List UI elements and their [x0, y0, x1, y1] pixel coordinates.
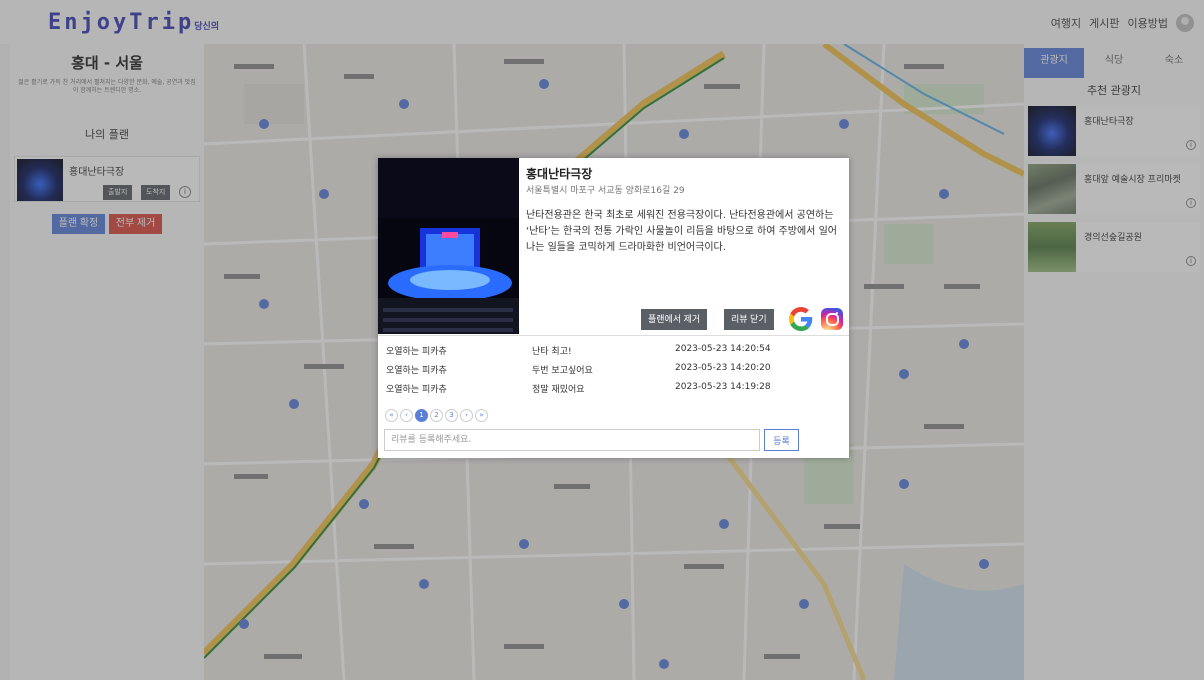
place-title: 홍대난타극장 — [526, 167, 593, 181]
submit-review-button[interactable]: 등록 — [764, 429, 799, 451]
review-row: 오열하는 피카츄 정말 재밌어요 2023-05-23 14:19:28 — [386, 379, 841, 398]
review-author: 오열하는 피카츄 — [386, 347, 447, 357]
place-photo — [378, 158, 519, 334]
place-detail-modal: 홍대난타극장 서울특별시 마포구 서교동 양화로16길 29 난타전용관은 한국… — [378, 158, 849, 458]
review-date: 2023-05-23 14:20:20 — [675, 363, 771, 373]
review-content: 두번 보고싶어요 — [532, 366, 593, 376]
page-1-button[interactable]: 1 — [415, 409, 428, 422]
divider — [378, 335, 849, 336]
page-3-button[interactable]: 3 — [445, 409, 458, 422]
place-description: 난타전용관은 한국 최초로 세워진 전용극장이다. 난타전용관에서 공연하는 ‘… — [526, 210, 837, 253]
review-content: 정말 재밌어요 — [532, 385, 585, 395]
review-row: 오열하는 피카츄 두번 보고싶어요 2023-05-23 14:20:20 — [386, 360, 841, 379]
page-first-button[interactable]: « — [385, 409, 398, 422]
review-author: 오열하는 피카츄 — [386, 385, 447, 395]
page-prev-button[interactable]: ‹ — [400, 409, 413, 422]
remove-from-plan-button[interactable]: 플랜에서 제거 — [641, 309, 708, 330]
review-input[interactable] — [384, 429, 760, 451]
review-date: 2023-05-23 14:19:28 — [675, 382, 771, 392]
instagram-icon[interactable] — [821, 308, 843, 330]
page-next-button[interactable]: › — [460, 409, 473, 422]
page-2-button[interactable]: 2 — [430, 409, 443, 422]
close-reviews-button[interactable]: 리뷰 닫기 — [724, 309, 774, 330]
review-content: 난타 최고! — [532, 347, 572, 357]
pagination: « ‹ 1 2 3 › » — [385, 409, 488, 422]
review-author: 오열하는 피카츄 — [386, 366, 447, 376]
place-address: 서울특별시 마포구 서교동 양화로16길 29 — [526, 186, 685, 196]
review-row: 오열하는 피카츄 난타 최고! 2023-05-23 14:20:54 — [386, 341, 841, 360]
review-date: 2023-05-23 14:20:54 — [675, 344, 771, 354]
google-icon[interactable] — [789, 307, 813, 331]
page-last-button[interactable]: » — [475, 409, 488, 422]
review-list: 오열하는 피카츄 난타 최고! 2023-05-23 14:20:54 오열하는… — [386, 341, 841, 398]
